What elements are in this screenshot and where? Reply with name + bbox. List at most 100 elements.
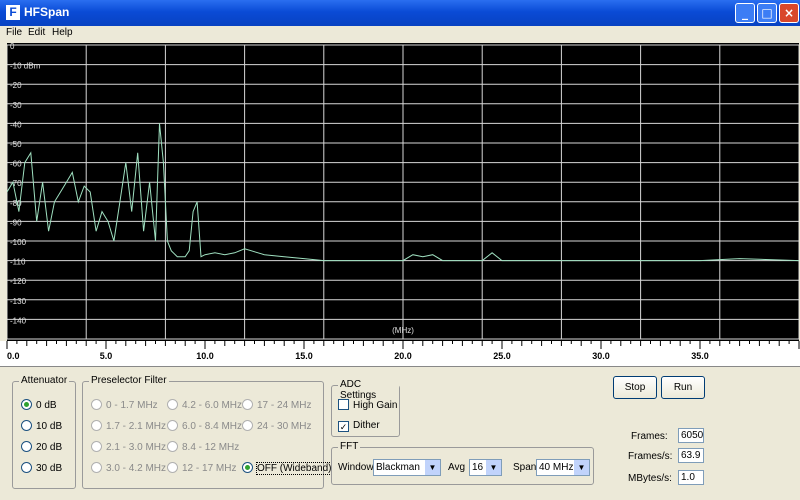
fft-title: FFT [338,441,361,452]
dither-checkbox[interactable]: ✓ Dither [338,420,380,432]
stop-button[interactable]: Stop [613,376,657,399]
avg-label: Avg [448,462,466,473]
radio-label: 1.7 - 2.1 MHz [106,421,167,432]
y-tick-label: -10 dBm [10,62,41,71]
preselector-off-wideband[interactable]: OFF (Wideband) [242,462,333,475]
menu-file[interactable]: File [6,27,22,38]
preselector-2.1-3.0[interactable]: 2.1 - 3.0 MHz [91,441,166,453]
attenuator-group: Attenuator 0 dB 10 dB 20 dB 30 dB [12,375,76,489]
radio-icon [21,420,32,431]
radio-label: 24 - 30 MHz [257,421,312,432]
frames-value: 6050 [678,428,704,443]
run-button[interactable]: Run [661,376,705,399]
radio-label: 10 dB [36,421,63,432]
radio-label: 12 - 17 MHz [182,463,237,474]
radio-icon [167,441,178,452]
y-tick-label: -130 [10,297,27,306]
preselector-0-1.7[interactable]: 0 - 1.7 MHz [91,399,158,411]
span-value: 40 MHz [539,462,574,473]
y-tick-label: -20 [10,81,22,90]
menu-bar: File Edit Help [0,26,800,42]
radio-label: 20 dB [36,442,63,453]
radio-label: 17 - 24 MHz [257,400,312,411]
ruler-label: 25.0 [493,351,511,361]
window-title: HFSpan [24,5,70,19]
high-gain-checkbox[interactable]: High Gain [338,399,397,411]
attenuator-0db[interactable]: 0 dB [21,399,57,411]
radio-label: 4.2 - 6.0 MHz [182,400,243,411]
attenuator-title: Attenuator [19,375,70,386]
checkbox-label: High Gain [353,400,398,411]
title-bar[interactable]: F HFSpan _ □ × [0,0,800,26]
checkbox-label: Dither [353,420,380,431]
radio-icon [91,399,102,410]
y-tick-label: -50 [10,140,22,149]
attenuator-20db[interactable]: 20 dB [21,441,62,453]
chevron-down-icon: ▼ [486,460,501,475]
ruler-label: 15.0 [295,351,313,361]
mbytes-per-sec-label: MBytes/s: [628,473,672,484]
preselector-4.2-6.0[interactable]: 4.2 - 6.0 MHz [167,399,242,411]
radio-icon [242,399,253,410]
preselector-3.0-4.2[interactable]: 3.0 - 4.2 MHz [91,462,166,474]
maximize-button[interactable]: □ [757,3,777,23]
radio-label: 6.0 - 8.4 MHz [182,421,243,432]
spectrum-plot[interactable]: 0 -10 dBm -20 -30 -40 -50 -60 -70 -80 -90 -100 -110… [7,43,799,341]
app-icon: F [6,5,20,20]
preselector-17-24[interactable]: 17 - 24 MHz [242,399,311,411]
radio-icon [21,441,32,452]
radio-icon [167,399,178,410]
span-select[interactable]: 40 MHz ▼ [536,459,590,476]
checkbox-icon [338,399,349,410]
radio-label: 30 dB [36,463,63,474]
ruler-svg: 0.0 5.0 10.0 15.0 20.0 25.0 30.0 35.0 [6,341,800,361]
radio-label: 0 - 1.7 MHz [106,400,158,411]
preselector-24-30[interactable]: 24 - 30 MHz [242,420,311,432]
avg-value: 16 [472,462,484,473]
y-tick-label: -60 [10,160,22,169]
ruler-label: 35.0 [691,351,709,361]
checkmark-icon: ✓ [338,421,349,432]
chevron-down-icon: ▼ [574,460,589,475]
radio-label: 0 dB [36,400,57,411]
adc-settings-group: ADC Settings High Gain ✓ Dither [331,379,400,437]
radio-icon [242,420,253,431]
radio-icon [91,420,102,431]
adc-settings-title: ADC Settings [338,379,399,401]
x-unit-label: (MHz) [392,326,414,335]
radio-label: OFF (Wideband) [255,462,333,475]
ruler-label: 0.0 [7,351,20,361]
y-tick-label: -100 [10,238,27,247]
window-select[interactable]: Blackman ▼ [373,459,441,476]
radio-icon [91,462,102,473]
preselector-1.7-2.1[interactable]: 1.7 - 2.1 MHz [91,420,166,432]
frequency-ruler: 0.0 5.0 10.0 15.0 20.0 25.0 30.0 35.0 [0,341,800,367]
ruler-label: 30.0 [592,351,610,361]
preselector-6.0-8.4[interactable]: 6.0 - 8.4 MHz [167,420,242,432]
avg-select[interactable]: 16 ▼ [469,459,502,476]
menu-edit[interactable]: Edit [28,27,45,38]
mbytes-per-sec-value: 1.0 [678,470,704,485]
close-button[interactable]: × [779,3,799,23]
minimize-button[interactable]: _ [735,3,755,23]
radio-icon [167,462,178,473]
preselector-title: Preselector Filter [89,375,169,386]
spectrum-chart: 0-10 dBm-20-30-40-50-60-70-80-90-100-110… [7,43,799,340]
radio-label: 8.4 - 12 MHz [182,442,240,453]
attenuator-10db[interactable]: 10 dB [21,420,62,432]
fft-group: FFT Window Blackman ▼ Avg 16 ▼ Span 40 MHz… [331,441,594,485]
attenuator-30db[interactable]: 30 dB [21,462,62,474]
window-label: Window [338,462,374,473]
preselector-8.4-12[interactable]: 8.4 - 12 MHz [167,441,239,453]
app-window: F HFSpan _ □ × File Edit Help 0 -10 dBm -2… [0,0,800,500]
y-tick-label: -110 [10,258,26,267]
y-tick-label: -120 [10,277,27,286]
ruler-label: 5.0 [100,351,113,361]
frames-per-sec-label: Frames/s: [628,451,673,462]
y-tick-label: -140 [10,316,27,325]
frames-per-sec-value: 63.9 [678,448,704,463]
span-label: Span [513,462,537,473]
y-tick-label: -90 [10,218,22,227]
menu-help[interactable]: Help [52,27,73,38]
preselector-12-17[interactable]: 12 - 17 MHz [167,462,236,474]
